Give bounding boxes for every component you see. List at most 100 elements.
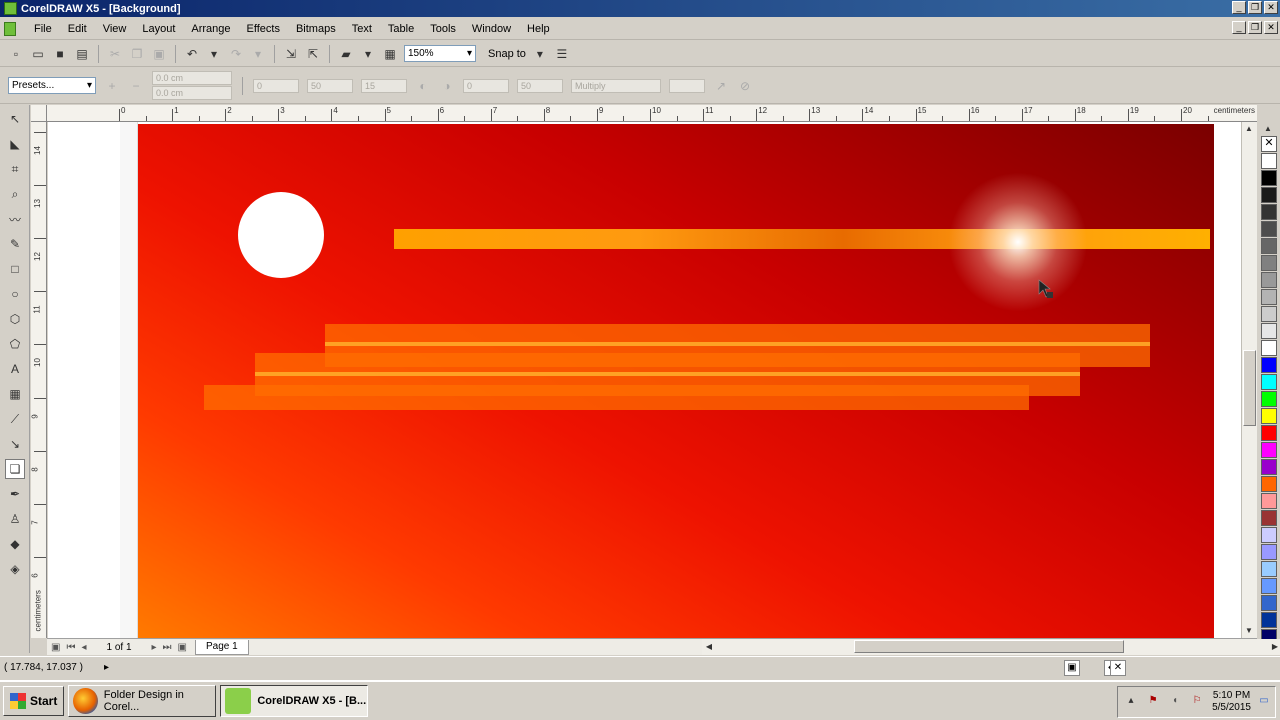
horizontal-scrollbar[interactable]: ◀ ▶: [702, 639, 1280, 655]
shape-tool-icon[interactable]: ◣: [5, 134, 25, 154]
color-swatch[interactable]: [1261, 595, 1277, 611]
menu-layout[interactable]: Layout: [134, 23, 183, 35]
document-icon[interactable]: [4, 21, 16, 36]
orange-stripe-bottom[interactable]: [204, 385, 1029, 410]
zoom-tool-icon[interactable]: ⌕: [5, 184, 25, 204]
menu-bitmaps[interactable]: Bitmaps: [288, 23, 344, 35]
stretch-field[interactable]: 50: [517, 78, 563, 93]
color-swatch[interactable]: [1261, 612, 1277, 628]
drawing-canvas[interactable]: [48, 122, 1241, 638]
application-launcher-icon[interactable]: ▰: [338, 46, 354, 62]
ruler-corner[interactable]: [31, 105, 47, 122]
first-page-icon[interactable]: ⏮: [66, 642, 75, 653]
undo-icon[interactable]: ↶: [184, 46, 200, 62]
color-swatch[interactable]: [1261, 408, 1277, 424]
shadow-color-select[interactable]: [669, 78, 705, 93]
restore-button[interactable]: ❐: [1248, 1, 1262, 14]
doc-restore-button[interactable]: ❐: [1248, 21, 1262, 34]
shadow-edge-icon[interactable]: ◑: [439, 78, 455, 94]
taskbar-item-coreldraw[interactable]: CorelDRAW X5 - [B...: [220, 685, 369, 717]
launcher-dropdown-icon[interactable]: ▾: [360, 46, 376, 62]
zoom-level-select[interactable]: 150% ▾: [404, 45, 476, 62]
scroll-left-icon[interactable]: ◀: [702, 640, 716, 654]
color-swatch[interactable]: [1261, 238, 1277, 254]
vertical-scrollbar[interactable]: ▲ ▼: [1241, 122, 1257, 638]
undo-dropdown-icon[interactable]: ▾: [206, 46, 222, 62]
fade-field[interactable]: 0: [463, 78, 509, 93]
ellipse-tool-icon[interactable]: ○: [5, 284, 25, 304]
dimension-tool-icon[interactable]: ⟋: [5, 409, 25, 429]
color-swatch[interactable]: [1261, 493, 1277, 509]
menu-help[interactable]: Help: [519, 23, 558, 35]
snap-to-button[interactable]: Snap to: [488, 48, 526, 60]
action-center-icon[interactable]: ⚐: [1190, 695, 1204, 709]
menu-arrange[interactable]: Arrange: [183, 23, 238, 35]
print-icon[interactable]: ▤: [74, 46, 90, 62]
color-swatch[interactable]: [1261, 204, 1277, 220]
document-color-icon[interactable]: ▣: [1064, 660, 1080, 676]
crop-tool-icon[interactable]: ⌗: [5, 159, 25, 179]
show-hidden-icons-icon[interactable]: ▴: [1124, 695, 1138, 709]
angle-field[interactable]: 15: [361, 78, 407, 93]
add-page-after-icon[interactable]: ▣: [178, 642, 187, 653]
color-swatch[interactable]: [1261, 272, 1277, 288]
system-clock[interactable]: 5:10 PM 5/5/2015: [1212, 690, 1251, 714]
menu-edit[interactable]: Edit: [60, 23, 95, 35]
export-icon[interactable]: ⇱: [305, 46, 321, 62]
shadow-direction-icon[interactable]: ◐: [415, 78, 431, 94]
color-swatch[interactable]: [1261, 153, 1277, 169]
scroll-down-icon[interactable]: ▼: [1242, 624, 1256, 638]
doc-close-button[interactable]: ✕: [1264, 21, 1278, 34]
text-tool-icon[interactable]: A: [5, 359, 25, 379]
taskbar-item-firefox[interactable]: Folder Design in Corel...: [68, 685, 217, 717]
lens-flare-glow[interactable]: [948, 172, 1088, 312]
horizontal-scroll-thumb[interactable]: [854, 640, 1124, 653]
palette-scroll-up-icon[interactable]: ▲: [1261, 122, 1275, 136]
open-folder-icon[interactable]: ▭: [30, 46, 46, 62]
menu-view[interactable]: View: [95, 23, 135, 35]
minimize-button[interactable]: _: [1232, 1, 1246, 14]
color-swatch[interactable]: [1261, 340, 1277, 356]
outline-none-icon[interactable]: ✕: [1110, 660, 1126, 676]
color-swatch[interactable]: [1261, 187, 1277, 203]
color-swatch[interactable]: [1261, 544, 1277, 560]
menu-effects[interactable]: Effects: [239, 23, 288, 35]
color-swatch[interactable]: [1261, 527, 1277, 543]
feather-field[interactable]: 0: [253, 78, 299, 93]
color-swatch[interactable]: [1261, 306, 1277, 322]
menu-table[interactable]: Table: [380, 23, 422, 35]
interactive-fill-tool-icon[interactable]: ◈: [5, 559, 25, 579]
pick-tool-icon[interactable]: ↖: [5, 109, 25, 129]
menu-text[interactable]: Text: [344, 23, 380, 35]
show-desktop-icon[interactable]: ▭: [1259, 695, 1269, 709]
network-alert-icon[interactable]: ⚑: [1146, 695, 1160, 709]
basic-shapes-tool-icon[interactable]: ⬠: [5, 334, 25, 354]
color-swatch[interactable]: [1261, 425, 1277, 441]
polygon-tool-icon[interactable]: ⬡: [5, 309, 25, 329]
opacity-field[interactable]: 50: [307, 78, 353, 93]
copy-icon[interactable]: ❐: [129, 46, 145, 62]
new-document-icon[interactable]: ▫: [8, 46, 24, 62]
eyedropper-tool-icon[interactable]: ✒: [5, 484, 25, 504]
color-swatch[interactable]: [1261, 221, 1277, 237]
horizontal-ruler[interactable]: centimeters 0 1 2 3 4 5 6 7 8 9 10 11 12 13 14 15 16 17 18…: [47, 105, 1257, 122]
snap-dropdown-icon[interactable]: ▾: [532, 46, 548, 62]
white-circle[interactable]: [238, 192, 324, 278]
scroll-up-icon[interactable]: ▲: [1242, 122, 1256, 136]
add-page-icon[interactable]: ▣: [51, 642, 60, 653]
presets-select[interactable]: Presets... ▾: [8, 77, 96, 94]
redo-dropdown-icon[interactable]: ▾: [250, 46, 266, 62]
scroll-right-icon[interactable]: ▶: [1268, 640, 1280, 654]
save-icon[interactable]: ■: [52, 46, 68, 62]
outline-tool-icon[interactable]: ♙: [5, 509, 25, 529]
copy-properties-icon[interactable]: ↗: [713, 78, 729, 94]
cut-icon[interactable]: ✂: [107, 46, 123, 62]
color-swatch[interactable]: [1261, 561, 1277, 577]
page-tab-1[interactable]: Page 1: [195, 639, 249, 655]
color-swatch[interactable]: [1261, 170, 1277, 186]
color-swatch[interactable]: [1261, 476, 1277, 492]
previous-page-icon[interactable]: ◂: [81, 642, 86, 653]
connector-tool-icon[interactable]: ↘: [5, 434, 25, 454]
x-position-field[interactable]: 0.0 cm: [152, 71, 232, 85]
redo-icon[interactable]: ↷: [228, 46, 244, 62]
